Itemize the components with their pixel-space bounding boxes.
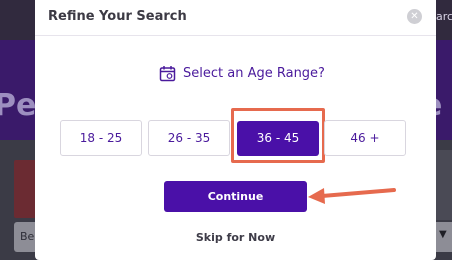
chevron-down-icon: ▼ (439, 229, 447, 240)
refine-search-modal: Refine Your Search ✕ Select an Age Range… (35, 0, 436, 260)
background-select-text: Be (20, 230, 35, 243)
age-option-26-35[interactable]: 26 - 35 (148, 120, 230, 156)
age-question: Select an Age Range? (159, 65, 325, 82)
question-text: Select an Age Range? (183, 66, 325, 81)
background-image (14, 160, 36, 218)
age-option-46-plus[interactable]: 46 + (324, 120, 406, 156)
background-search-link: arc (436, 10, 452, 23)
modal-header: Refine Your Search ✕ (35, 0, 436, 36)
age-option-18-25[interactable]: 18 - 25 (60, 120, 142, 156)
continue-button[interactable]: Continue (164, 181, 307, 212)
age-option-36-45[interactable]: 36 - 45 (237, 121, 319, 156)
calendar-icon (159, 66, 176, 82)
skip-for-now-link[interactable]: Skip for Now (35, 231, 436, 244)
modal-title: Refine Your Search (48, 9, 187, 24)
background-select-caret: ▼ (436, 222, 452, 252)
background-hero-title-left: Pe (0, 88, 37, 123)
background-panel (436, 150, 452, 220)
close-icon[interactable]: ✕ (407, 9, 422, 24)
